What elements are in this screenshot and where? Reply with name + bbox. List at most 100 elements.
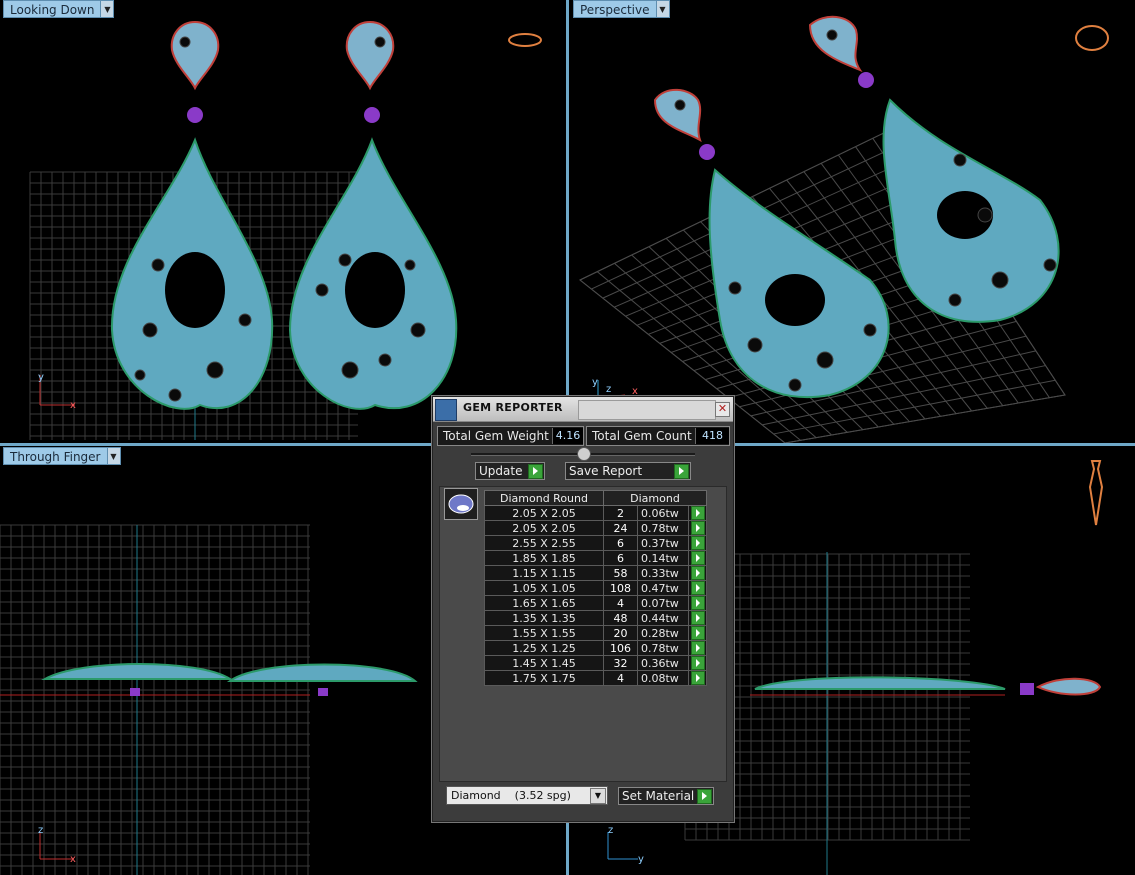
gem-count: 106 <box>603 640 638 656</box>
gem-size: 1.65 X 1.65 <box>484 595 604 611</box>
svg-text:z: z <box>606 384 611 395</box>
gem-reporter-app-icon <box>435 399 457 421</box>
row-select-button[interactable] <box>688 565 707 581</box>
update-button[interactable]: Update <box>475 462 545 480</box>
gem-count: 4 <box>603 670 638 686</box>
row-select-button[interactable] <box>688 535 707 551</box>
chevron-down-icon[interactable]: ▼ <box>101 0 115 18</box>
row-select-button[interactable] <box>688 625 707 641</box>
black-gem-dot <box>863 323 877 337</box>
play-arrow-icon <box>690 536 705 550</box>
play-arrow-icon <box>690 656 705 670</box>
gem-count: 108 <box>603 580 638 596</box>
column-header-cut: Diamond Round <box>484 490 604 506</box>
black-gem-dot <box>948 293 962 307</box>
gem-count: 32 <box>603 655 638 671</box>
black-gem-dot <box>674 99 686 111</box>
gem-table-row[interactable]: 2.05 X 2.05 24 0.78tw <box>484 520 707 536</box>
gem-table-row[interactable]: 2.55 X 2.55 6 0.37tw <box>484 535 707 551</box>
total-gem-weight-value: 4.16 <box>552 428 583 444</box>
row-select-button[interactable] <box>688 520 707 536</box>
svg-text:y: y <box>638 854 644 865</box>
gem-table-row[interactable]: 2.05 X 2.05 2 0.06tw <box>484 505 707 521</box>
play-arrow-icon <box>690 551 705 565</box>
play-arrow-icon <box>690 521 705 535</box>
row-select-button[interactable] <box>688 505 707 521</box>
gem-table: Diamond Round Diamond 2.05 X 2.05 2 0.06tw… <box>484 490 707 686</box>
chevron-down-icon[interactable]: ▼ <box>107 447 121 465</box>
viewport-perspective[interactable]: Perspective ▼ y z x <box>570 0 1135 443</box>
gem-size: 1.45 X 1.45 <box>484 655 604 671</box>
row-select-button[interactable] <box>688 655 707 671</box>
chevron-down-icon[interactable]: ▼ <box>656 0 670 18</box>
gem-size: 1.25 X 1.25 <box>484 640 604 656</box>
gem-weight: 0.06tw <box>636 505 690 521</box>
black-gem-dot <box>179 36 191 48</box>
black-gem-dot <box>206 361 224 379</box>
row-select-button[interactable] <box>688 580 707 596</box>
gem-weight: 0.07tw <box>636 595 690 611</box>
gem-weight: 0.78tw <box>636 520 690 536</box>
black-gem-dot <box>826 29 838 41</box>
set-material-button[interactable]: Set Material <box>618 787 714 805</box>
gem-table-row[interactable]: 1.35 X 1.35 48 0.44tw <box>484 610 707 626</box>
gem-count: 48 <box>603 610 638 626</box>
viewport-looking-down[interactable]: Looking Down ▼ y x <box>0 0 565 443</box>
gem-count: 58 <box>603 565 638 581</box>
black-gem-dot <box>816 351 834 369</box>
play-arrow-icon <box>690 611 705 625</box>
viewport-label-perspective[interactable]: Perspective ▼ <box>573 0 670 18</box>
earring-left <box>110 20 274 410</box>
gem-table-row[interactable]: 1.65 X 1.65 4 0.07tw <box>484 595 707 611</box>
row-select-button[interactable] <box>688 610 707 626</box>
round-diamond-icon[interactable] <box>444 488 478 520</box>
gem-weight: 0.78tw <box>636 640 690 656</box>
black-gem-dot <box>338 253 352 267</box>
save-report-button[interactable]: Save Report <box>565 462 691 480</box>
chevron-down-icon[interactable]: ▼ <box>590 788 606 804</box>
play-arrow-icon <box>674 464 689 479</box>
svg-text:z: z <box>38 825 43 836</box>
dialog-titlebar[interactable]: GEM REPORTER ✕ <box>433 397 733 422</box>
gem-size: 2.55 X 2.55 <box>484 535 604 551</box>
report-slider-handle[interactable] <box>577 447 591 461</box>
earring-right <box>288 20 458 410</box>
play-arrow-icon <box>690 641 705 655</box>
row-select-button[interactable] <box>688 595 707 611</box>
earring-side <box>754 676 1006 690</box>
black-gem-dot <box>378 353 392 367</box>
gem-table-row[interactable]: 1.25 X 1.25 106 0.78tw <box>484 640 707 656</box>
gem-count: 24 <box>603 520 638 536</box>
black-gem-dot <box>151 258 165 272</box>
black-gem-dot <box>788 378 802 392</box>
titlebar-drag-area[interactable] <box>578 400 716 420</box>
play-arrow-icon <box>690 581 705 595</box>
row-select-button[interactable] <box>688 640 707 656</box>
ring-orientation-icon <box>1075 25 1109 51</box>
gem-table-row[interactable]: 1.45 X 1.45 32 0.36tw <box>484 655 707 671</box>
close-icon[interactable]: ✕ <box>715 402 730 417</box>
gem-table-row[interactable]: 1.05 X 1.05 108 0.47tw <box>484 580 707 596</box>
gem-table-row[interactable]: 1.75 X 1.75 4 0.08tw <box>484 670 707 686</box>
viewport-label-looking-down[interactable]: Looking Down ▼ <box>3 0 115 18</box>
earring-side-right <box>226 663 418 682</box>
gem-size: 1.05 X 1.05 <box>484 580 604 596</box>
viewport-label-through-finger[interactable]: Through Finger ▼ <box>3 447 121 465</box>
gem-weight: 0.33tw <box>636 565 690 581</box>
gem-table-row[interactable]: 1.55 X 1.55 20 0.28tw <box>484 625 707 641</box>
black-gem-dot <box>238 313 252 327</box>
black-gem-dot <box>134 369 146 381</box>
gem-count: 6 <box>603 550 638 566</box>
gem-size: 2.05 X 2.05 <box>484 520 604 536</box>
gem-table-row[interactable]: 1.85 X 1.85 6 0.14tw <box>484 550 707 566</box>
gem-list-panel[interactable]: Diamond Round Diamond 2.05 X 2.05 2 0.06tw… <box>439 486 727 782</box>
gem-count: 6 <box>603 535 638 551</box>
ring-orientation-icon <box>508 33 542 47</box>
gem-weight: 0.08tw <box>636 670 690 686</box>
row-select-button[interactable] <box>688 550 707 566</box>
gem-table-row[interactable]: 1.15 X 1.15 58 0.33tw <box>484 565 707 581</box>
row-select-button[interactable] <box>688 670 707 686</box>
gem-weight: 0.37tw <box>636 535 690 551</box>
material-select[interactable]: Diamond (3.52 spg) ▼ <box>446 786 608 805</box>
gem-weight: 0.28tw <box>636 625 690 641</box>
